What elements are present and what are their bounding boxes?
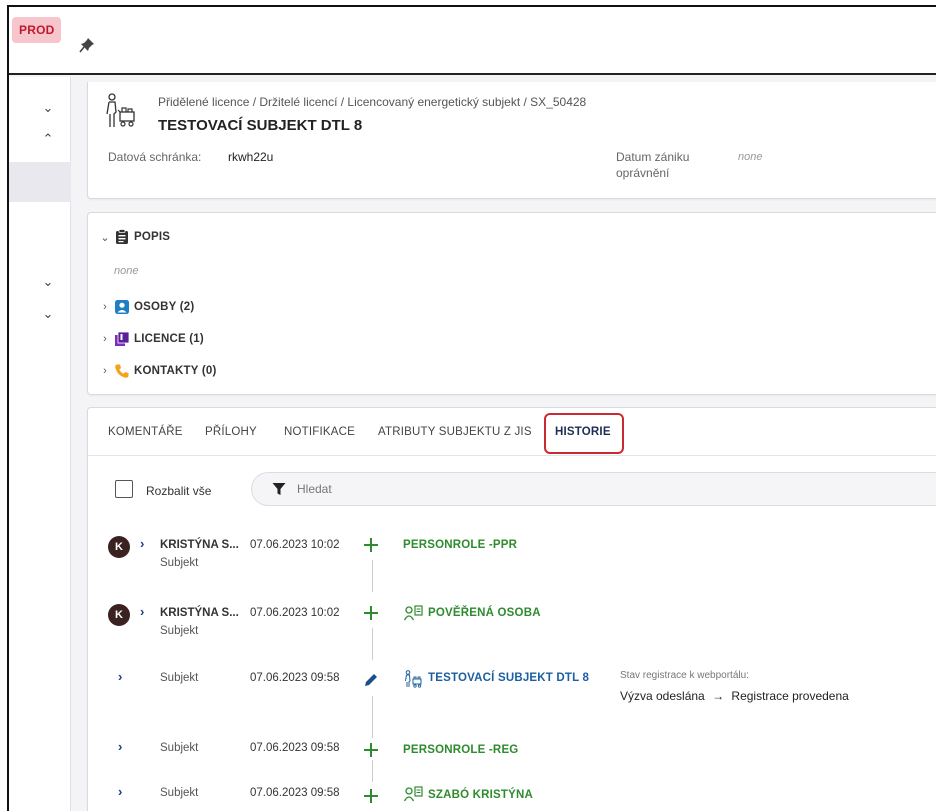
chevron-right-icon[interactable]: ›	[140, 536, 144, 551]
tab-komentare[interactable]: KOMENTÁŘE	[108, 426, 183, 438]
history-row: K › KRISTÝNA S... Subjekt 07.06.2023 10:…	[88, 528, 936, 578]
person-card-icon	[403, 786, 423, 802]
datova-schranka-label: Datová schránka:	[108, 150, 202, 164]
section-kontakty-label: KONTAKTY (0)	[134, 365, 217, 377]
chevron-right-icon: ›	[103, 301, 107, 313]
chevron-right-icon[interactable]: ›	[118, 784, 122, 799]
tab-prilohy[interactable]: PŘÍLOHY	[205, 426, 257, 438]
history-date: 07.06.2023 10:02	[250, 539, 340, 551]
chevron-down-icon: ⌄	[100, 231, 110, 244]
section-licence-label: LICENCE (1)	[134, 333, 204, 345]
app-frame: PROD ⌄ ⌃ ⌄ ⌄ Přidělené licence / Držitel…	[7, 5, 936, 811]
pin-icon[interactable]	[79, 37, 95, 53]
chevron-down-icon[interactable]: ⌄	[41, 101, 55, 115]
history-date: 07.06.2023 09:58	[250, 787, 340, 799]
avatar: K	[108, 536, 130, 558]
phone-icon	[115, 364, 129, 378]
history-date: 07.06.2023 09:58	[250, 672, 340, 684]
history-row: › Subjekt 07.06.2023 09:58 TESTOVACÍ SUB…	[88, 664, 936, 724]
history-author: KRISTÝNA S...	[160, 607, 239, 619]
search-placeholder: Hledat	[297, 482, 332, 496]
clipboard-icon	[116, 229, 128, 244]
history-entity[interactable]: PERSONROLE -REG	[403, 744, 518, 756]
tab-highlight-outline	[544, 413, 624, 454]
energy-subject-icon	[106, 93, 135, 127]
history-author: KRISTÝNA S...	[160, 539, 239, 551]
person-card-icon	[403, 605, 423, 621]
left-rail: ⌄ ⌃ ⌄ ⌄	[9, 77, 71, 811]
expand-all-label: Rozbalit vše	[146, 484, 212, 498]
tab-bar: KOMENTÁŘE PŘÍLOHY NOTIFIKACE ATRIBUTY SU…	[88, 408, 936, 456]
datum-zaniku-value: none	[738, 151, 763, 163]
expand-all-checkbox[interactable]	[115, 480, 133, 498]
history-row: K › KRISTÝNA S... Subjekt 07.06.2023 10:…	[88, 596, 936, 646]
history-subject: Subjekt	[160, 672, 199, 684]
plus-icon	[364, 606, 378, 620]
history-row: › Subjekt 07.06.2023 09:58 PERSONROLE -R…	[88, 738, 936, 778]
timeline-line	[372, 760, 373, 782]
history-entity[interactable]: SZABÓ KRISTÝNA	[428, 789, 533, 801]
chevron-right-icon: ›	[103, 333, 107, 345]
sections-card: ⌄ POPIS none › OSOBY (2) › LICENCE (1) ›…	[87, 212, 936, 395]
chevron-up-icon[interactable]: ⌃	[41, 132, 55, 146]
tab-notifikace[interactable]: NOTIFIKACE	[284, 426, 355, 438]
page-title: TESTOVACÍ SUBJEKT DTL 8	[158, 117, 363, 134]
change-value: Výzva odeslána → Registrace provedena	[620, 689, 849, 703]
datum-zaniku-label-line2: oprávnění	[616, 166, 670, 180]
history-entity[interactable]: TESTOVACÍ SUBJEKT DTL 8	[428, 672, 589, 684]
chevron-right-icon[interactable]: ›	[140, 604, 144, 619]
datova-schranka-value: rkwh22u	[228, 150, 274, 164]
popis-value: none	[114, 265, 139, 277]
plus-icon	[364, 538, 378, 552]
breadcrumb[interactable]: Přidělené licence / Držitelé licencí / L…	[158, 95, 586, 109]
license-icon	[115, 331, 130, 346]
history-date: 07.06.2023 09:58	[250, 742, 340, 754]
history-date: 07.06.2023 10:02	[250, 607, 340, 619]
tab-atributy[interactable]: ATRIBUTY SUBJEKTU Z JIS	[378, 426, 532, 438]
section-osoby[interactable]: › OSOBY (2)	[100, 298, 194, 316]
timeline-line	[372, 560, 373, 592]
chevron-right-icon: ›	[103, 365, 107, 377]
history-entity[interactable]: POVĚŘENÁ OSOBA	[428, 607, 541, 619]
section-licence[interactable]: › LICENCE (1)	[100, 330, 204, 348]
chevron-down-icon[interactable]: ⌄	[41, 275, 55, 289]
avatar: K	[108, 604, 130, 626]
change-from: Výzva odeslána	[620, 689, 705, 703]
rail-selected-item[interactable]	[9, 162, 71, 202]
chevron-down-icon[interactable]: ⌄	[41, 307, 55, 321]
chevron-right-icon[interactable]: ›	[118, 669, 122, 684]
arrow-right-icon: →	[712, 689, 725, 703]
change-label: Stav registrace k webportálu:	[620, 670, 749, 681]
history-card: KOMENTÁŘE PŘÍLOHY NOTIFIKACE ATRIBUTY SU…	[87, 407, 936, 811]
section-osoby-label: OSOBY (2)	[134, 301, 195, 313]
section-popis[interactable]: ⌄ POPIS	[100, 228, 170, 246]
subject-header-card: Přidělené licence / Držitelé licencí / L…	[87, 82, 936, 199]
section-kontakty[interactable]: › KONTAKTY (0)	[100, 362, 216, 380]
change-to: Registrace provedena	[731, 689, 849, 703]
datum-zaniku-label: Datum zániku	[616, 150, 690, 164]
history-subject: Subjekt	[160, 625, 199, 637]
history-subject: Subjekt	[160, 787, 199, 799]
environment-badge: PROD	[12, 17, 62, 43]
energy-subject-icon	[405, 670, 422, 688]
timeline-line	[372, 696, 373, 738]
history-subject: Subjekt	[160, 557, 199, 569]
plus-icon	[364, 789, 378, 803]
section-popis-label: POPIS	[134, 231, 171, 243]
chevron-right-icon[interactable]: ›	[118, 739, 122, 754]
plus-icon	[364, 743, 378, 757]
history-row: › Subjekt 07.06.2023 09:58 SZABÓ KRISTÝN…	[88, 783, 936, 811]
person-badge-icon	[115, 300, 129, 314]
history-subject: Subjekt	[160, 742, 199, 754]
top-bar: PROD	[9, 7, 936, 75]
pencil-icon	[365, 674, 377, 686]
timeline-line	[372, 628, 373, 660]
filter-icon	[272, 483, 286, 495]
history-entity[interactable]: PERSONROLE -PPR	[403, 539, 517, 551]
search-input[interactable]: Hledat	[251, 472, 936, 506]
